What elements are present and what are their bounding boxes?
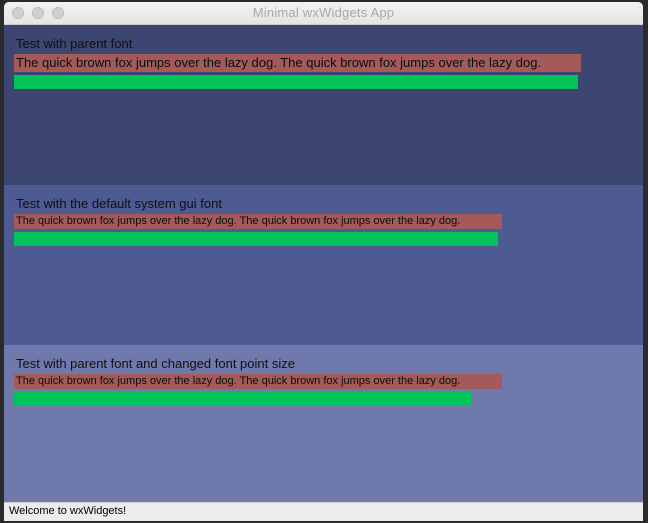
sample-text: The quick brown fox jumps over the lazy … <box>14 374 502 389</box>
sample-text: The quick brown fox jumps over the lazy … <box>14 54 581 72</box>
title-bar[interactable]: Minimal wxWidgets App <box>4 2 643 25</box>
sample-bar <box>14 391 471 405</box>
panel-system-gui-font: Test with the default system gui font Th… <box>4 185 643 345</box>
panel-parent-font: Test with parent font The quick brown fo… <box>4 25 643 185</box>
panel-label: Test with parent font and changed font p… <box>16 356 295 371</box>
sample-text: The quick brown fox jumps over the lazy … <box>14 214 502 229</box>
window-title: Minimal wxWidgets App <box>252 5 395 20</box>
sample-bar <box>14 75 578 89</box>
panel-changed-point-size: Test with parent font and changed font p… <box>4 345 643 502</box>
sample-bar <box>14 232 498 246</box>
status-bar: Welcome to wxWidgets! <box>4 502 643 521</box>
panel-label: Test with parent font <box>16 36 133 51</box>
status-text: Welcome to wxWidgets! <box>9 505 127 517</box>
panel-label: Test with the default system gui font <box>16 196 222 211</box>
app-window: Minimal wxWidgets App Test with parent f… <box>4 2 643 521</box>
